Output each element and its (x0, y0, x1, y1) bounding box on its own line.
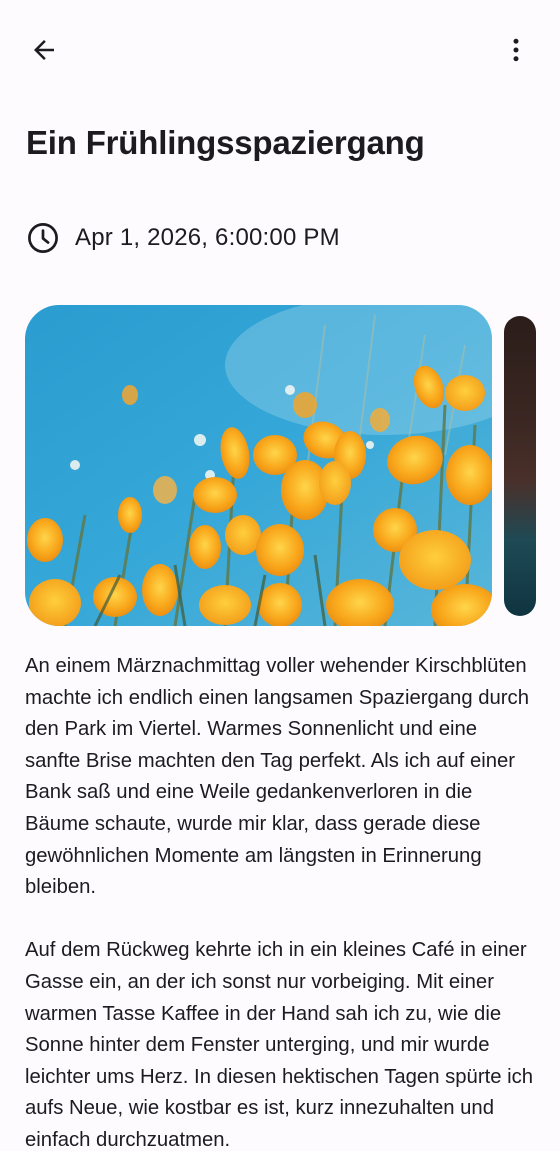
more-vert-icon (513, 38, 519, 62)
arrow-back-icon (34, 40, 54, 60)
image-carousel[interactable] (0, 305, 560, 627)
post-date-row: Apr 1, 2026, 6:00:00 PM (26, 218, 340, 258)
carousel-image-next[interactable] (504, 316, 536, 616)
clock-icon (26, 221, 60, 255)
post-date: Apr 1, 2026, 6:00:00 PM (75, 224, 340, 251)
post-detail-screen: Ein Frühlingsspaziergang Apr 1, 2026, 6:… (0, 0, 560, 1151)
post-paragraph: Auf dem Rückweg kehrte ich in ein kleine… (25, 939, 534, 1151)
top-app-bar (0, 0, 560, 100)
more-options-button[interactable] (492, 26, 540, 74)
back-button[interactable] (20, 26, 68, 74)
post-title: Ein Frühlingsspaziergang (26, 124, 425, 161)
post-paragraph: An einem Märznachmittag voller wehender … (25, 655, 529, 899)
carousel-image-poppies[interactable] (25, 305, 492, 626)
post-body: An einem Märznachmittag voller wehender … (25, 651, 537, 1151)
